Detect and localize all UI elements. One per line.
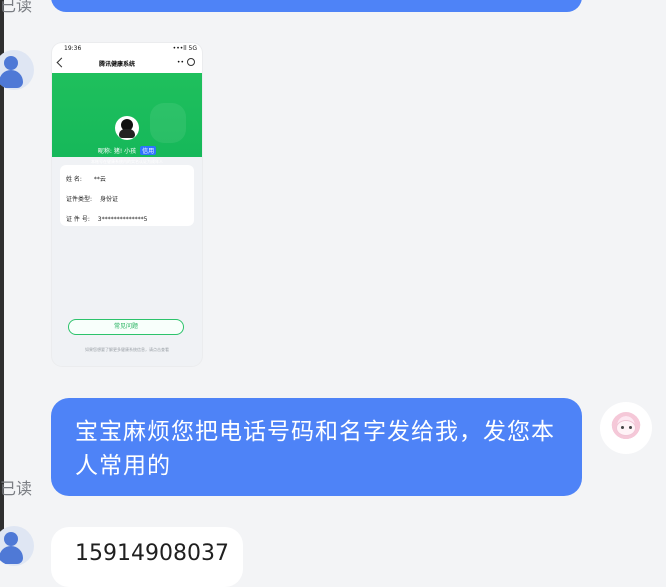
name-value: **云 bbox=[93, 176, 106, 183]
footer-note: 如果您想要了解更多健康系统信息，请点击查看 bbox=[85, 347, 169, 352]
outgoing-message-bubble[interactable]: 宝宝麻烦您把电话号码和名字发给我，发您本人常用的 bbox=[51, 398, 582, 496]
avatar-face bbox=[616, 420, 636, 436]
previous-message-bubble[interactable] bbox=[51, 0, 582, 12]
id-number-label: 证 件 号: bbox=[66, 216, 90, 223]
more-icon: •• bbox=[176, 59, 184, 66]
phone-title: 腾讯健康系统 bbox=[99, 61, 136, 68]
phone-status-bar: 19:36 •••ll 5G bbox=[52, 43, 202, 55]
user-icon bbox=[4, 532, 18, 546]
phone-nav-bar: 腾讯健康系统 •• bbox=[52, 55, 202, 73]
incoming-message-bubble[interactable]: 15914908037 bbox=[51, 527, 243, 587]
profile-name: 昵称: 猪! 小孩 bbox=[97, 148, 137, 155]
left-avatar-top[interactable] bbox=[0, 50, 34, 90]
user-icon bbox=[4, 56, 18, 70]
profile-avatar bbox=[115, 116, 139, 140]
close-icon bbox=[187, 58, 195, 66]
id-type-row: 证件类型: 身份证 bbox=[66, 194, 118, 203]
faq-button[interactable]: 常见问题 bbox=[68, 319, 184, 335]
right-avatar[interactable] bbox=[600, 402, 652, 454]
phone-time: 19:36 bbox=[64, 45, 82, 52]
user-icon-body bbox=[0, 546, 23, 564]
id-number-row: 证 件 号: 3**************5 bbox=[66, 214, 147, 223]
avatar-eye-left bbox=[621, 426, 624, 429]
phone-signal: •••ll 5G bbox=[172, 45, 197, 52]
id-number-value: 3**************5 bbox=[97, 216, 148, 223]
name-label: 姓 名: bbox=[66, 176, 82, 183]
shield-icon bbox=[150, 103, 186, 143]
shared-phone-screenshot[interactable]: 19:36 •••ll 5G 腾讯健康系统 •• 昵称: 猪! 小孩 信用 本账… bbox=[52, 43, 202, 366]
back-icon bbox=[56, 57, 67, 68]
id-type-value: 身份证 bbox=[99, 196, 118, 203]
read-status-bottom: 已读 bbox=[0, 479, 33, 498]
avatar-eye-right bbox=[629, 426, 632, 429]
profile-name-line: 昵称: 猪! 小孩 信用 bbox=[52, 146, 202, 155]
profile-header: 昵称: 猪! 小孩 信用 本账号在健康系统内的实名认证为成年人 bbox=[52, 73, 202, 164]
name-row: 姓 名: **云 bbox=[66, 174, 106, 183]
profile-badge: 信用 bbox=[140, 146, 157, 155]
read-status-top: 已读 bbox=[0, 0, 33, 15]
identity-info-card: 姓 名: **云 证件类型: 身份证 证 件 号: 3*************… bbox=[60, 165, 194, 226]
id-type-label: 证件类型: bbox=[66, 196, 93, 203]
left-avatar-bottom[interactable] bbox=[0, 526, 34, 566]
user-icon-body bbox=[0, 70, 23, 88]
